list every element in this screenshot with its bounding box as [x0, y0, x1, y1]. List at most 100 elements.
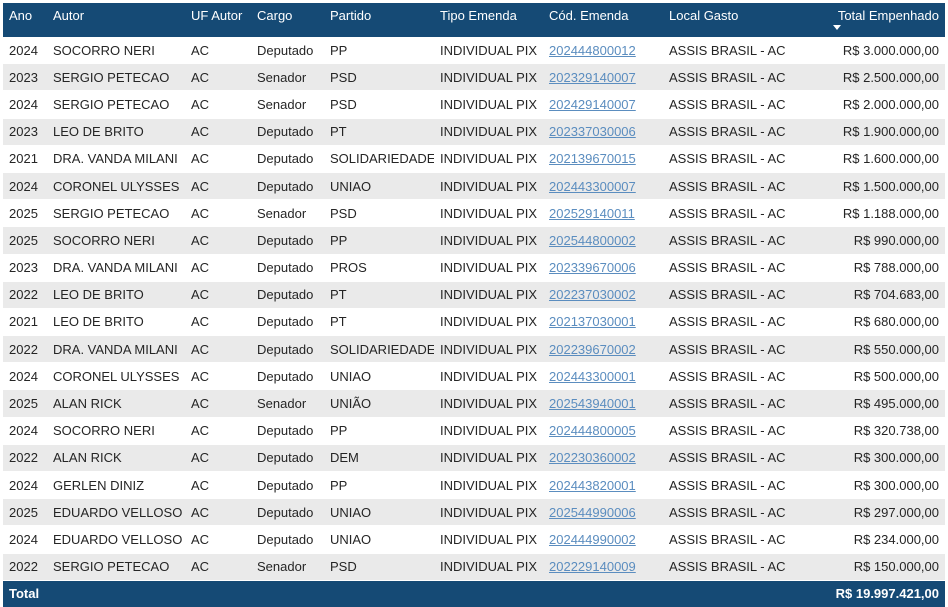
cell-ano: 2025 [3, 498, 47, 527]
cell-partido: PP [324, 226, 434, 255]
column-header-autor[interactable]: Autor [47, 3, 185, 37]
emenda-code-link[interactable]: 202544800002 [549, 233, 636, 248]
table-row[interactable]: 2022 LEO DE BRITO AC Deputado PT INDIVIDUAL P… [3, 281, 945, 309]
column-header-ano[interactable]: Ano [3, 3, 47, 37]
cell-tipo-emenda: INDIVIDUAL PIX [434, 145, 543, 173]
cell-cargo: Deputado [251, 335, 324, 364]
cell-autor: ALAN RICK [47, 444, 185, 473]
cell-cod-emenda: 202329140007 [543, 63, 663, 92]
sort-descending-icon[interactable] [833, 25, 841, 30]
cell-local-gasto: ASSIS BRASIL - AC [663, 308, 825, 337]
cell-autor: LEO DE BRITO [47, 308, 185, 337]
emenda-code-link[interactable]: 202444800012 [549, 43, 636, 58]
table-row[interactable]: 2023 SERGIO PETECAO AC Senador PSD INDIVIDUAL… [3, 63, 945, 92]
table-row[interactable]: 2024 SOCORRO NERI AC Deputado PP INDIVIDUAL P… [3, 417, 945, 445]
cell-cargo: Senador [251, 389, 324, 418]
column-header-partido[interactable]: Partido [324, 3, 434, 37]
cell-local-gasto: ASSIS BRASIL - AC [663, 199, 825, 228]
table-row[interactable]: 2022 DRA. VANDA MILANI AC Deputado SOLIDARIE… [3, 335, 945, 364]
cell-uf-autor: AC [185, 145, 251, 173]
table-row[interactable]: 2023 DRA. VANDA MILANI AC Deputado PROS INDIV… [3, 254, 945, 282]
cell-local-gasto: ASSIS BRASIL - AC [663, 362, 825, 391]
cell-uf-autor: AC [185, 553, 251, 581]
emenda-code-link[interactable]: 202529140011 [549, 206, 635, 221]
cell-partido: PT [324, 281, 434, 309]
cell-autor: SERGIO PETECAO [47, 90, 185, 119]
table-row[interactable]: 2021 DRA. VANDA MILANI AC Deputado SOLIDARIE… [3, 145, 945, 173]
emenda-code-link[interactable]: 202137030001 [549, 314, 636, 329]
table-row[interactable]: 2021 LEO DE BRITO AC Deputado PT INDIVIDUAL P… [3, 308, 945, 337]
cell-cod-emenda: 202544800002 [543, 226, 663, 255]
table-row[interactable]: 2022 SERGIO PETECAO AC Senador PSD INDIVIDUAL… [3, 553, 945, 581]
emenda-code-link[interactable]: 202443300001 [549, 369, 636, 384]
table-row[interactable]: 2024 EDUARDO VELLOSO AC Deputado UNIAO INDIVI… [3, 525, 945, 554]
cell-autor: SOCORRO NERI [47, 226, 185, 255]
cell-cargo: Deputado [251, 444, 324, 473]
cell-tipo-emenda: INDIVIDUAL PIX [434, 525, 543, 554]
table-row[interactable]: 2024 CORONEL ULYSSES AC Deputado UNIAO INDIVI… [3, 362, 945, 391]
emenda-code-link[interactable]: 202337030006 [549, 124, 636, 139]
column-header-tipo-emenda[interactable]: Tipo Emenda [434, 3, 543, 37]
cell-tipo-emenda: INDIVIDUAL PIX [434, 281, 543, 309]
cell-cargo: Deputado [251, 118, 324, 146]
emenda-code-link[interactable]: 202544990006 [549, 505, 636, 520]
cell-ano: 2022 [3, 281, 47, 309]
table-row[interactable]: 2024 CORONEL ULYSSES AC Deputado UNIAO INDIVI… [3, 172, 945, 201]
cell-tipo-emenda: INDIVIDUAL PIX [434, 308, 543, 337]
emenda-code-link[interactable]: 202139670015 [549, 151, 636, 166]
cell-total-empenhado: R$ 300.000,00 [825, 444, 945, 473]
table-row[interactable]: 2024 SOCORRO NERI AC Deputado PP INDIVIDUAL P… [3, 37, 945, 65]
emenda-code-link[interactable]: 202339670006 [549, 260, 636, 275]
table-row[interactable]: 2025 EDUARDO VELLOSO AC Deputado UNIAO INDIVI… [3, 498, 945, 527]
emenda-code-link[interactable]: 202429140007 [549, 97, 636, 112]
emenda-code-link[interactable]: 202239670002 [549, 342, 636, 357]
emenda-code-link[interactable]: 202230360002 [549, 450, 636, 465]
cell-local-gasto: ASSIS BRASIL - AC [663, 335, 825, 364]
cell-local-gasto: ASSIS BRASIL - AC [663, 417, 825, 445]
cell-autor: DRA. VANDA MILANI [47, 335, 185, 364]
column-header-total-empenhado[interactable]: Total Empenhado [825, 3, 945, 37]
column-header-uf-autor[interactable]: UF Autor [185, 3, 251, 37]
cell-autor: ALAN RICK [47, 389, 185, 418]
table-row[interactable]: 2023 LEO DE BRITO AC Deputado PT INDIVIDUAL P… [3, 118, 945, 146]
emenda-code-link[interactable]: 202444990002 [549, 532, 636, 547]
table-row[interactable]: 2025 SOCORRO NERI AC Deputado PP INDIVIDUAL P… [3, 226, 945, 255]
emenda-code-link[interactable]: 202443820001 [549, 478, 636, 493]
cell-ano: 2022 [3, 553, 47, 581]
cell-tipo-emenda: INDIVIDUAL PIX [434, 226, 543, 255]
cell-uf-autor: AC [185, 335, 251, 364]
cell-cod-emenda: 202543940001 [543, 389, 663, 418]
cell-cod-emenda: 202544990006 [543, 498, 663, 527]
cell-uf-autor: AC [185, 471, 251, 500]
emenda-code-link[interactable]: 202444800005 [549, 423, 636, 438]
table-row[interactable]: 2024 SERGIO PETECAO AC Senador PSD INDIVIDUAL… [3, 90, 945, 119]
table-row[interactable]: 2025 ALAN RICK AC Senador UNIÃO INDIVIDUAL PI… [3, 389, 945, 418]
column-header-local-gasto[interactable]: Local Gasto [663, 3, 825, 37]
cell-cod-emenda: 202139670015 [543, 145, 663, 173]
cell-cod-emenda: 202443300007 [543, 172, 663, 201]
cell-cargo: Senador [251, 553, 324, 581]
cell-total-empenhado: R$ 2.500.000,00 [825, 63, 945, 92]
cell-cod-emenda: 202429140007 [543, 90, 663, 119]
cell-total-empenhado: R$ 234.000,00 [825, 525, 945, 554]
cell-cargo: Deputado [251, 226, 324, 255]
column-header-cod-emenda[interactable]: Cód. Emenda [543, 3, 663, 37]
cell-ano: 2024 [3, 525, 47, 554]
cell-total-empenhado: R$ 500.000,00 [825, 362, 945, 391]
cell-local-gasto: ASSIS BRASIL - AC [663, 63, 825, 92]
table-row[interactable]: 2022 ALAN RICK AC Deputado DEM INDIVIDUAL PIX… [3, 444, 945, 473]
cell-ano: 2024 [3, 90, 47, 119]
cell-uf-autor: AC [185, 308, 251, 337]
column-header-cargo[interactable]: Cargo [251, 3, 324, 37]
emenda-code-link[interactable]: 202237030002 [549, 287, 636, 302]
cell-partido: UNIAO [324, 172, 434, 201]
emenda-code-link[interactable]: 202229140009 [549, 559, 636, 574]
emenda-code-link[interactable]: 202543940001 [549, 396, 636, 411]
emenda-code-link[interactable]: 202443300007 [549, 179, 636, 194]
table-row[interactable]: 2024 GERLEN DINIZ AC Deputado PP INDIVIDUAL P… [3, 471, 945, 500]
cell-total-empenhado: R$ 680.000,00 [825, 308, 945, 337]
amendments-table: Ano Autor UF Autor Cargo Partido Tipo Em… [3, 3, 945, 607]
cell-local-gasto: ASSIS BRASIL - AC [663, 389, 825, 418]
table-row[interactable]: 2025 SERGIO PETECAO AC Senador PSD INDIVIDUAL… [3, 199, 945, 228]
emenda-code-link[interactable]: 202329140007 [549, 70, 636, 85]
